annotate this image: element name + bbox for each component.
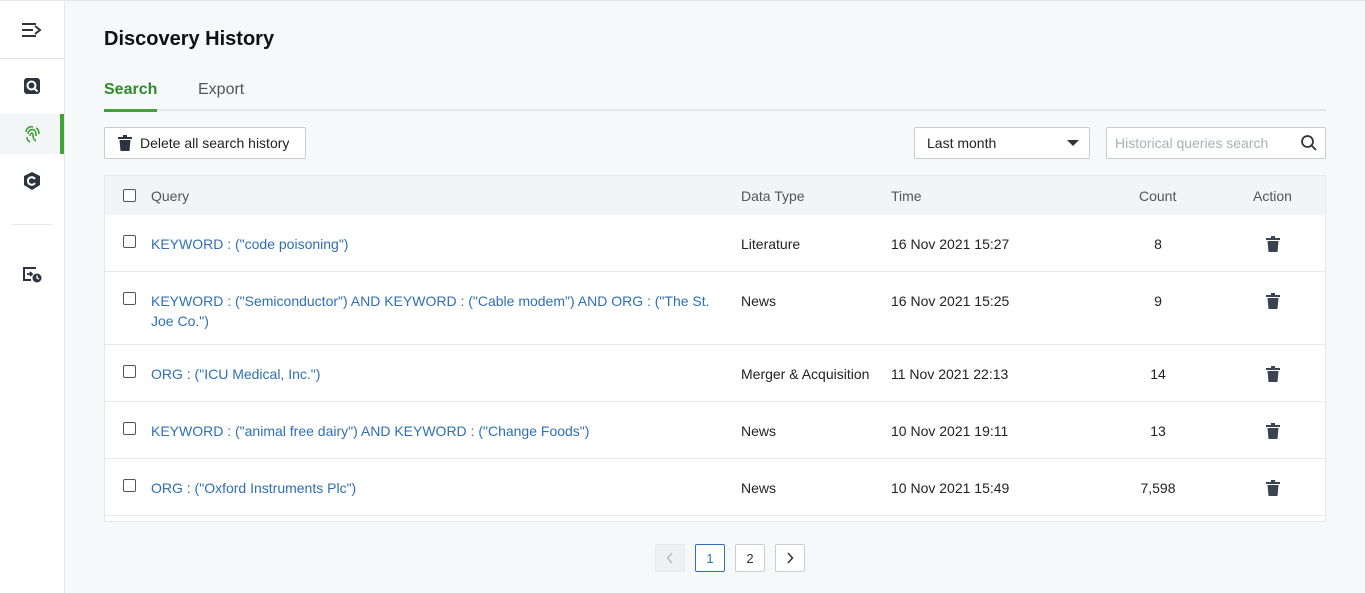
time-cell: 16 Nov 2021 15:27 xyxy=(891,234,1009,254)
history-table: Query Data Type Time Count Action KEYWOR… xyxy=(104,175,1326,522)
query-link[interactable]: KEYWORD : ("animal free dairy") AND KEYW… xyxy=(151,421,721,441)
tab-bar: Search Export xyxy=(104,79,1326,111)
time-cell: 10 Nov 2021 15:49 xyxy=(891,478,1009,498)
next-page-button[interactable] xyxy=(775,544,805,572)
query-link[interactable]: ORG : ("Oxford Instruments Plc") xyxy=(151,478,721,498)
delete-row-icon[interactable] xyxy=(1266,236,1280,252)
time-period-select[interactable]: Last month xyxy=(914,127,1090,159)
sidebar-divider xyxy=(12,224,52,225)
query-link[interactable]: ORG : ("ICU Medical, Inc.") xyxy=(151,364,721,384)
sidebar-item-history[interactable] xyxy=(0,254,64,294)
data-type-cell: Merger & Acquisition xyxy=(741,364,869,384)
data-type-cell: Literature xyxy=(741,234,800,254)
time-cell: 11 Nov 2021 22:13 xyxy=(891,364,1008,384)
page-button-1[interactable]: 1 xyxy=(695,544,725,572)
sidebar-item-search[interactable] xyxy=(0,66,64,106)
header-query: Query xyxy=(151,188,189,204)
header-data-type: Data Type xyxy=(741,188,805,204)
table-row: KEYWORD : ("code poisoning") Literature … xyxy=(105,215,1325,272)
tab-export[interactable]: Export xyxy=(198,81,244,99)
data-type-cell: News xyxy=(741,478,776,498)
menu-collapse-icon xyxy=(21,21,43,39)
delete-row-icon[interactable] xyxy=(1266,293,1280,309)
data-type-cell: News xyxy=(741,421,776,441)
delete-row-icon[interactable] xyxy=(1266,366,1280,382)
row-checkbox[interactable] xyxy=(123,292,136,305)
time-cell: 16 Nov 2021 15:25 xyxy=(891,291,1009,311)
query-link[interactable]: KEYWORD : ("code poisoning") xyxy=(151,234,721,254)
sidebar-item-discovery[interactable] xyxy=(0,114,64,154)
table-row: KEYWORD : ("animal free dairy") AND KEYW… xyxy=(105,402,1325,459)
chevron-right-icon xyxy=(786,552,794,564)
select-all-checkbox[interactable] xyxy=(123,189,136,202)
search-icon[interactable] xyxy=(1300,134,1318,152)
delete-all-history-label: Delete all search history xyxy=(140,135,289,151)
row-checkbox[interactable] xyxy=(123,479,136,492)
trash-icon xyxy=(118,135,132,151)
row-checkbox[interactable] xyxy=(123,422,136,435)
tab-search[interactable]: Search xyxy=(104,81,157,99)
sidebar-item-security[interactable] xyxy=(0,161,64,201)
count-cell: 13 xyxy=(1118,421,1198,441)
time-period-value: Last month xyxy=(927,135,996,151)
header-count: Count xyxy=(1139,188,1176,204)
table-header: Query Data Type Time Count Action xyxy=(105,176,1325,215)
historical-queries-search xyxy=(1106,127,1326,159)
table-row: ORG : ("ICU Medical, Inc.") Merger & Acq… xyxy=(105,345,1325,402)
shield-icon xyxy=(22,171,42,191)
count-cell: 7,598 xyxy=(1118,478,1198,498)
row-checkbox[interactable] xyxy=(123,365,136,378)
fingerprint-icon xyxy=(22,124,42,144)
data-type-cell: News xyxy=(741,291,776,311)
search-document-icon xyxy=(22,76,42,96)
count-cell: 14 xyxy=(1118,364,1198,384)
page-button-2[interactable]: 2 xyxy=(735,544,765,572)
table-row: KEYWORD : ("Semiconductor") AND KEYWORD … xyxy=(105,272,1325,345)
row-checkbox[interactable] xyxy=(123,235,136,248)
caret-down-icon xyxy=(1067,140,1079,146)
time-cell: 10 Nov 2021 19:11 xyxy=(891,421,1008,441)
previous-page-button[interactable] xyxy=(655,544,685,572)
page-title: Discovery History xyxy=(104,28,274,51)
delete-row-icon[interactable] xyxy=(1266,423,1280,439)
table-row: ORG : ("Oxford Instruments Plc") News 10… xyxy=(105,459,1325,516)
delete-all-history-button[interactable]: Delete all search history xyxy=(104,127,306,159)
count-cell: 9 xyxy=(1118,291,1198,311)
header-action: Action xyxy=(1253,188,1292,204)
search-input[interactable] xyxy=(1107,128,1292,158)
delete-row-icon[interactable] xyxy=(1266,480,1280,496)
chevron-left-icon xyxy=(666,552,674,564)
history-log-icon xyxy=(21,264,43,284)
count-cell: 8 xyxy=(1118,234,1198,254)
menu-collapse-button[interactable] xyxy=(0,10,64,50)
header-time: Time xyxy=(891,188,922,204)
query-link[interactable]: KEYWORD : ("Semiconductor") AND KEYWORD … xyxy=(151,291,721,331)
sidebar-divider xyxy=(0,58,64,59)
sidebar xyxy=(0,1,65,593)
